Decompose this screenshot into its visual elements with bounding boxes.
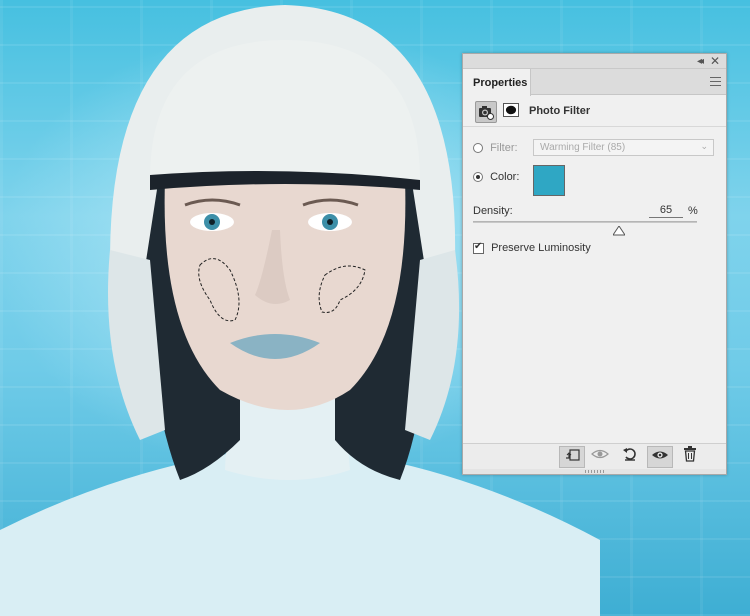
density-label: Density: bbox=[473, 205, 513, 217]
reset-icon[interactable] bbox=[617, 446, 643, 468]
trash-icon[interactable] bbox=[677, 446, 703, 468]
camera-icon[interactable] bbox=[475, 101, 497, 123]
properties-panel: ◂◂ ✕ Properties Photo Filter Filter: War… bbox=[462, 53, 727, 475]
panel-resize-grip[interactable] bbox=[463, 469, 726, 474]
density-unit: % bbox=[688, 205, 698, 217]
mask-icon[interactable] bbox=[503, 103, 519, 117]
filter-dropdown-value: Warming Filter (85) bbox=[540, 142, 626, 153]
tab-properties[interactable]: Properties bbox=[463, 69, 531, 96]
filter-row: Filter: Warming Filter (85) ⌄ bbox=[473, 139, 718, 156]
panel-footer bbox=[463, 443, 726, 469]
adjustment-header: Photo Filter bbox=[463, 95, 726, 127]
preserve-luminosity-row: Preserve Luminosity bbox=[473, 241, 591, 255]
panel-title-bar[interactable]: ◂◂ ✕ bbox=[463, 54, 726, 69]
filter-dropdown[interactable]: Warming Filter (85) ⌄ bbox=[533, 139, 714, 156]
density-slider-track[interactable] bbox=[473, 221, 697, 223]
view-previous-state-icon[interactable] bbox=[587, 446, 613, 468]
close-panel-button[interactable]: ✕ bbox=[708, 54, 722, 69]
preserve-luminosity-checkbox[interactable] bbox=[473, 241, 484, 254]
adjustment-title: Photo Filter bbox=[529, 105, 591, 117]
preserve-luminosity-label: Preserve Luminosity bbox=[491, 242, 591, 255]
camera-icon-glyph bbox=[479, 106, 494, 120]
eye-icon[interactable] bbox=[647, 446, 673, 468]
density-input[interactable] bbox=[649, 202, 683, 218]
density-slider-thumb[interactable] bbox=[612, 226, 625, 236]
panel-menu-icon[interactable] bbox=[710, 77, 721, 86]
collapse-panel-button[interactable]: ◂◂ bbox=[692, 54, 706, 69]
color-radio[interactable] bbox=[473, 172, 483, 183]
color-row: Color: bbox=[473, 165, 718, 196]
filter-radio[interactable] bbox=[473, 143, 483, 154]
panel-tab-bar: Properties bbox=[463, 69, 726, 96]
clip-to-layer-icon[interactable] bbox=[559, 446, 585, 468]
filter-label: Filter: bbox=[490, 142, 518, 155]
color-label: Color: bbox=[490, 171, 520, 184]
chevron-down-icon: ⌄ bbox=[700, 141, 708, 151]
color-swatch[interactable] bbox=[533, 165, 565, 196]
